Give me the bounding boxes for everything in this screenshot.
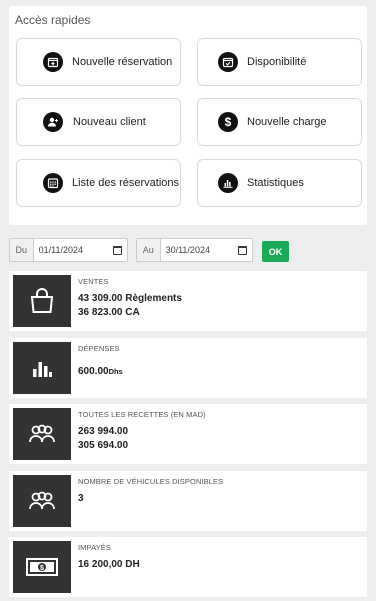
date-to-value: 30/11/2024	[165, 245, 210, 255]
unpaid-card: $ Impayés 16 200,00 DH	[9, 537, 367, 597]
calendar-icon[interactable]	[238, 246, 247, 255]
new-reservation-label: Nouvelle réservation	[72, 56, 173, 68]
date-to-prefix: Au	[137, 239, 161, 261]
expenses-value: 600.00Dhs	[78, 365, 123, 379]
quick-access-title: Accès rapides	[15, 13, 91, 27]
receipts-value-2: 305 694.00	[78, 440, 129, 451]
new-reservation-button[interactable]: Nouvelle réservation	[16, 38, 181, 86]
unpaid-value: 16 200,00 DH	[78, 559, 140, 570]
new-charge-button[interactable]: $ Nouvelle charge	[197, 98, 362, 146]
svg-text:$: $	[40, 565, 44, 572]
date-from-value: 01/11/2024	[38, 245, 83, 255]
receipts-card: Toutes les recettes (en MAD) 263 994.00 …	[9, 404, 367, 464]
calendar-icon[interactable]	[113, 246, 122, 255]
new-charge-label: Nouvelle charge	[247, 116, 327, 128]
dollar-icon: $	[218, 112, 238, 132]
date-to-group: Au 30/11/2024	[136, 238, 253, 262]
calendar-list-icon	[43, 173, 63, 193]
expenses-card: Dépenses 600.00Dhs	[9, 338, 367, 398]
statistics-button[interactable]: Statistiques	[197, 159, 362, 207]
users-icon	[13, 475, 71, 527]
receipts-title: Toutes les recettes (en MAD)	[78, 410, 206, 419]
money-bill-icon: $	[13, 541, 71, 593]
date-from-group: Du 01/11/2024	[9, 238, 128, 262]
sales-card: Ventes 43 309.00 Règlements 36 823.00 CA	[9, 271, 367, 331]
availability-label: Disponibilité	[247, 56, 307, 68]
new-client-button[interactable]: Nouveau client	[16, 98, 181, 146]
sales-payments-value: 43 309.00 Règlements	[78, 293, 182, 304]
shopping-bag-icon	[13, 275, 71, 327]
users-icon	[13, 408, 71, 460]
vehicles-card: Nombre de véhicules disponibles 3	[9, 471, 367, 531]
vehicles-value: 3	[78, 493, 84, 504]
expenses-title: Dépenses	[78, 344, 120, 353]
expenses-amount: 600.00	[78, 366, 109, 377]
statistics-label: Statistiques	[247, 177, 304, 189]
bar-chart-icon	[13, 342, 71, 394]
reservation-list-label: Liste des réservations	[72, 177, 179, 189]
ok-button[interactable]: OK	[262, 241, 289, 262]
calendar-check-icon	[218, 52, 238, 72]
calendar-plus-icon	[43, 52, 63, 72]
quick-access-panel: Accès rapides Nouvelle réservation Dispo…	[9, 6, 367, 225]
date-to-input[interactable]: 30/11/2024	[161, 239, 252, 261]
date-from-input[interactable]: 01/11/2024	[34, 239, 127, 261]
expenses-unit: Dhs	[108, 367, 123, 376]
sales-title: Ventes	[78, 277, 109, 286]
sales-revenue-value: 36 823.00 CA	[78, 307, 140, 318]
user-plus-icon	[43, 112, 63, 132]
vehicles-title: Nombre de véhicules disponibles	[78, 477, 224, 486]
bar-chart-icon	[218, 173, 238, 193]
unpaid-title: Impayés	[78, 543, 111, 552]
new-client-label: Nouveau client	[73, 116, 146, 128]
availability-button[interactable]: Disponibilité	[197, 38, 362, 86]
receipts-value-1: 263 994.00	[78, 426, 129, 437]
date-from-prefix: Du	[10, 239, 34, 261]
reservation-list-button[interactable]: Liste des réservations	[16, 159, 181, 207]
